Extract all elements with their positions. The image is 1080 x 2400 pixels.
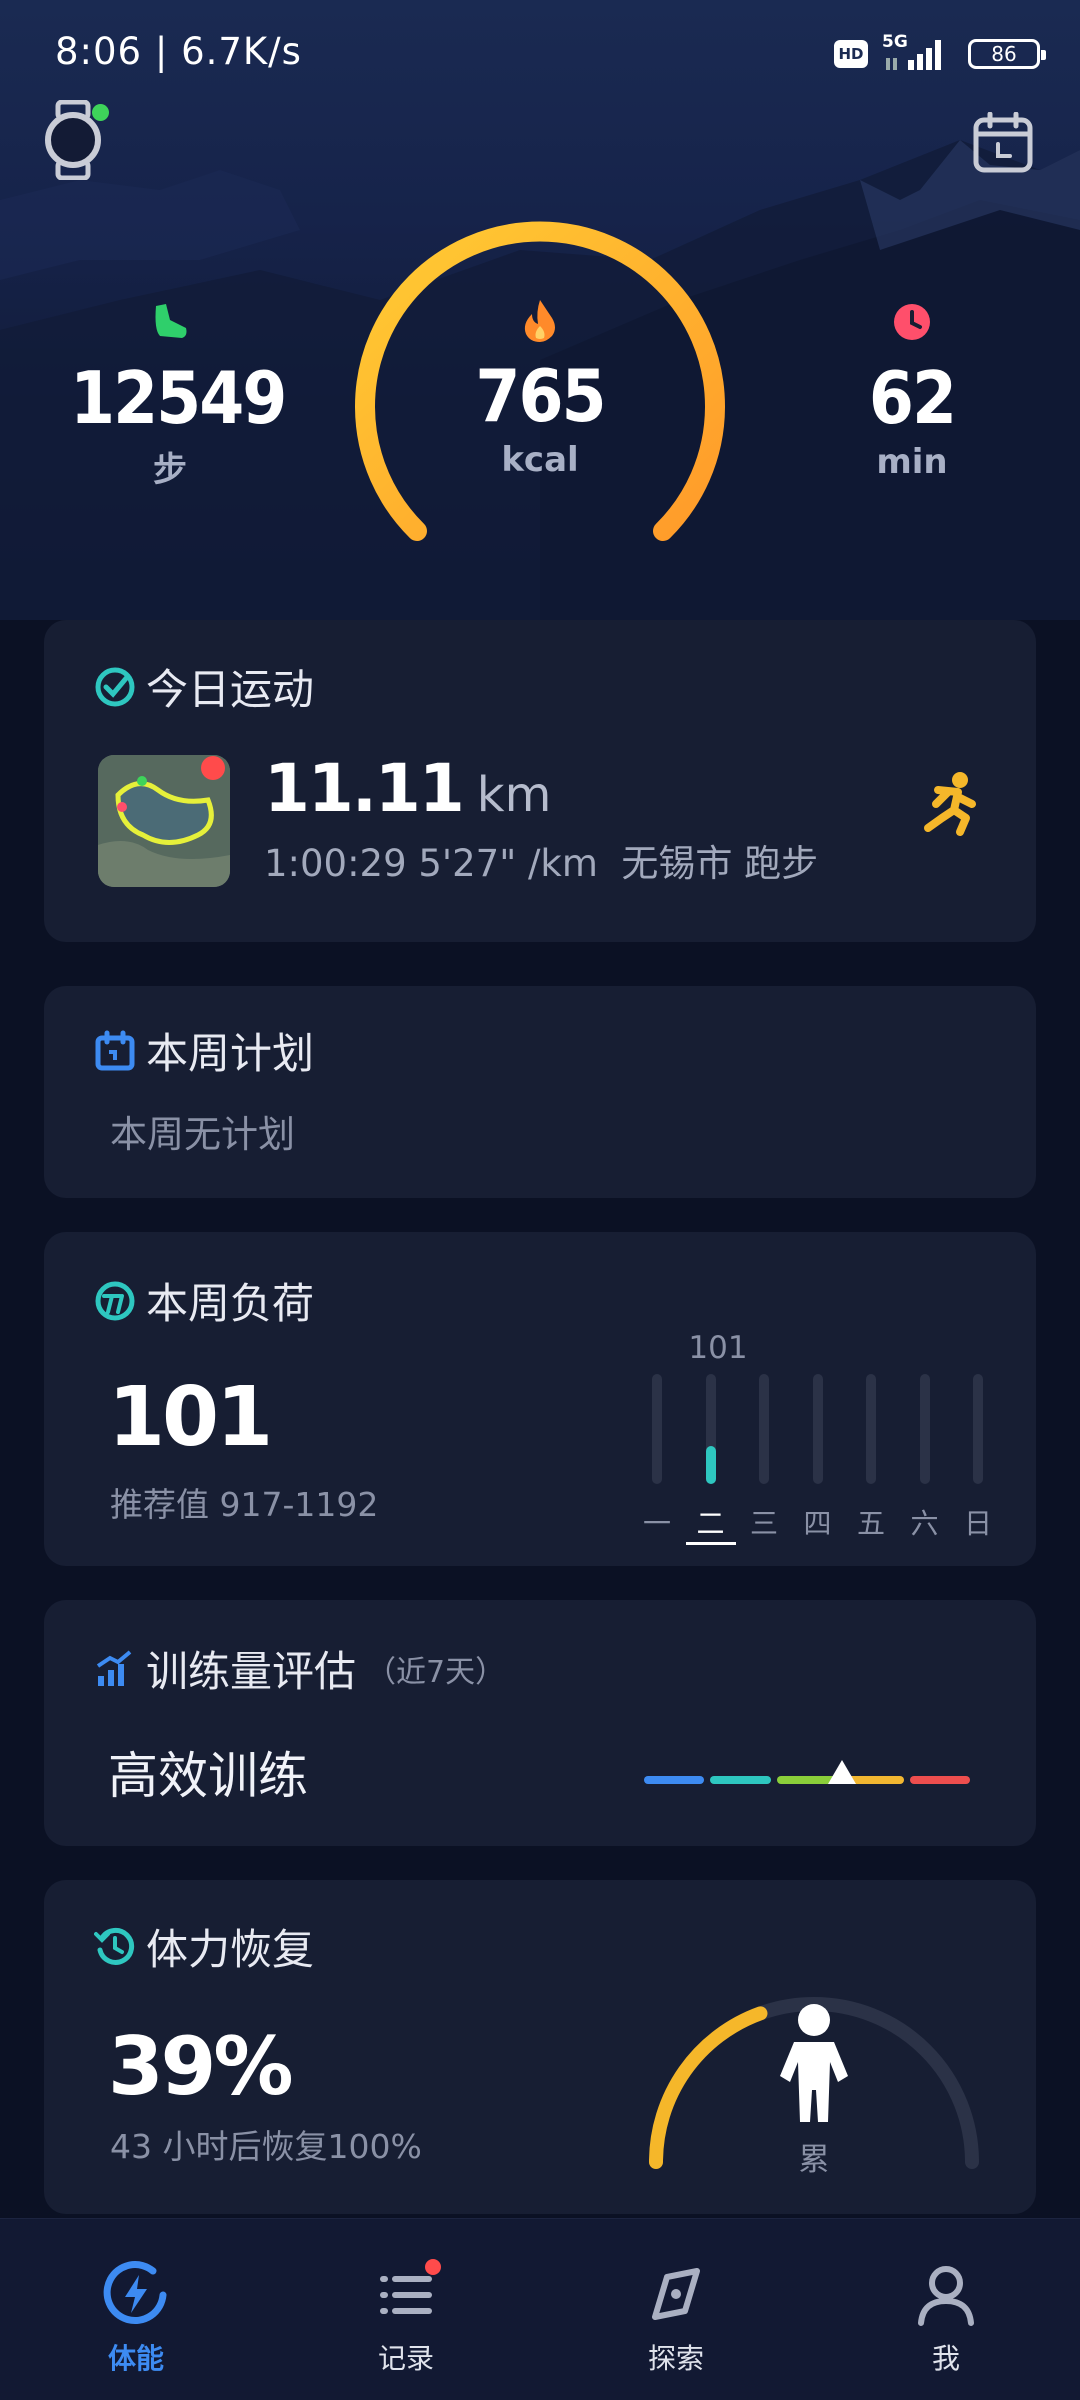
weekly-load-bars — [642, 1374, 1028, 1494]
training-assessment-title: 训练量评估 — [146, 1647, 357, 1696]
minutes-value: 62 — [868, 356, 957, 440]
load-day-label: 日 — [963, 1507, 992, 1540]
nav-tab-explore[interactable]: 探索 — [606, 2259, 746, 2377]
weekly-load-title: 本周负荷 — [146, 1279, 315, 1328]
weekly-plan-text: 本周无计划 — [110, 1113, 295, 1156]
load-bar-track — [866, 1374, 876, 1484]
calories-unit: kcal — [501, 440, 579, 480]
recovery-card[interactable]: 体力恢复 39% 43 小时后恢复100% 累 — [44, 1880, 1036, 2214]
weekly-plan-card[interactable]: 本周计划 本周无计划 — [44, 986, 1036, 1198]
load-day-label: 五 — [856, 1507, 885, 1540]
load-day-label: 四 — [803, 1507, 832, 1540]
load-gauge-icon — [95, 1281, 135, 1320]
nav-label-explore: 探索 — [647, 2342, 704, 2375]
weekly-plan-header: 本周计划 — [94, 1020, 314, 1081]
tired-person-icon — [780, 2004, 848, 2122]
nav-tab-records[interactable]: 记录 — [336, 2259, 476, 2377]
weekly-load-card[interactable]: 本周负荷 101 推荐值 917-1192 101 一二三四五六日 — [44, 1232, 1036, 1566]
status-time: 8:06 | 6.7K/s — [55, 30, 302, 73]
weekly-load-header: 本周负荷 — [94, 1270, 314, 1331]
battery-icon: 86 — [968, 39, 1046, 69]
weekly-load-recommended: 推荐值 917-1192 — [110, 1485, 379, 1524]
training-status: 高效训练 — [108, 1747, 308, 1805]
weekly-load-value: 101 — [108, 1370, 273, 1465]
running-icon — [924, 772, 976, 836]
scale-segment — [644, 1776, 705, 1784]
recovery-state: 累 — [798, 2142, 830, 2178]
distance-unit: km — [476, 767, 552, 823]
list-icon — [380, 2259, 441, 2314]
check-circle-icon — [95, 667, 135, 706]
load-bar-track — [973, 1374, 983, 1484]
map-badge — [201, 756, 225, 780]
clock-icon — [894, 304, 930, 340]
signal-icon: 5G — [882, 32, 954, 72]
load-bar-track — [919, 1374, 930, 1484]
energy-icon — [103, 2261, 167, 2324]
recovery-detail: 43 小时后恢复100% — [110, 2127, 422, 2166]
nav-label-me: 我 — [931, 2342, 960, 2375]
minutes-unit: min — [876, 442, 948, 482]
training-assessment-header: 训练量评估 （近7天） — [94, 1638, 505, 1699]
exercise-details: 1:00:29 5'27" /km 无锡市 跑步 — [264, 842, 819, 885]
battery-level: 86 — [991, 42, 1017, 66]
load-bar-track — [812, 1374, 823, 1484]
nav-label-energy: 体能 — [107, 2342, 164, 2375]
weekly-plan-title: 本周计划 — [146, 1029, 315, 1078]
weekly-load-days: 一二三四五六日 — [642, 1494, 1028, 1545]
steps-stat[interactable]: 12549 步 — [70, 300, 287, 491]
calendar-plan-icon — [95, 1030, 135, 1070]
status-bar: 8:06 | 6.7K/s HD 5G 86 — [0, 0, 1080, 110]
recovery-header: 体力恢复 — [94, 1916, 314, 1977]
nav-tab-me[interactable]: 我 — [876, 2259, 1016, 2377]
load-day-label: 三 — [749, 1507, 778, 1540]
bottom-navigation: 体能 记录 探索 我 — [0, 2218, 1080, 2400]
profile-icon — [918, 2266, 974, 2326]
recovery-value: 39% — [108, 2020, 293, 2113]
load-day-label: 一 — [642, 1507, 671, 1540]
load-day-label: 二 — [685, 1502, 736, 1545]
calories-stat[interactable]: 765 kcal — [440, 298, 640, 480]
calories-value: 765 — [475, 354, 606, 438]
nav-label-records: 记录 — [377, 2342, 434, 2375]
training-assessment-card[interactable]: 训练量评估 （近7天） 高效训练 — [44, 1600, 1036, 1846]
training-scale — [644, 1760, 970, 1808]
minutes-stat[interactable]: 62 min — [812, 302, 1012, 482]
training-chart-icon — [96, 1649, 132, 1686]
scale-segment — [710, 1776, 771, 1784]
training-assessment-subtitle: （近7天） — [366, 1654, 506, 1690]
today-exercise-header: 今日运动 — [94, 656, 314, 717]
footstep-icon — [155, 304, 187, 338]
load-bar-fill — [705, 1445, 716, 1484]
calendar-icon[interactable] — [972, 111, 1034, 174]
today-exercise-card[interactable]: 今日运动 11.11 km 1:00:29 5'27" /km 无锡市 跑步 — [44, 620, 1036, 942]
load-peak-label: 101 — [688, 1330, 748, 1366]
connected-indicator — [92, 104, 109, 121]
load-bar-track — [652, 1374, 662, 1484]
steps-unit: 步 — [153, 450, 187, 490]
load-day-label: 六 — [910, 1507, 939, 1540]
hd-badge: HD — [834, 40, 868, 68]
flame-icon — [524, 300, 555, 342]
load-bar-track — [759, 1374, 769, 1484]
compass-icon — [652, 2268, 700, 2320]
steps-value: 12549 — [70, 356, 287, 440]
scale-segment — [909, 1776, 970, 1784]
nav-tab-energy[interactable]: 体能 — [66, 2259, 206, 2377]
scale-marker — [827, 1760, 856, 1784]
recovery-clock-icon — [94, 1927, 135, 1965]
today-exercise-title: 今日运动 — [146, 665, 315, 714]
distance-value: 11.11 — [264, 750, 465, 827]
recovery-title: 体力恢复 — [146, 1925, 315, 1974]
